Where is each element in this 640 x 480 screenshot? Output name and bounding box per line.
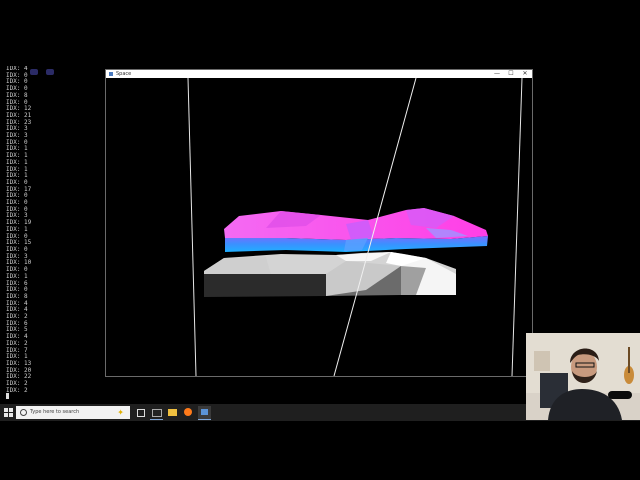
windows-start-button[interactable] xyxy=(4,408,13,417)
webcam-overlay xyxy=(526,333,640,420)
minimize-button[interactable]: — xyxy=(490,70,504,78)
window-app-icon xyxy=(109,72,113,76)
window-title: Space xyxy=(116,71,132,77)
screen: IDX: 4 IDX: 0 IDX: 0 IDX: 0 IDX: 8 IDX: 0 IDX:… xyxy=(0,0,640,480)
task-view-icon[interactable] xyxy=(134,406,147,419)
window-titlebar[interactable]: Space — ☐ ✕ xyxy=(106,70,532,78)
lower-slab-facet xyxy=(204,257,271,275)
lower-terrain-slab xyxy=(204,252,456,297)
firefox-icon[interactable] xyxy=(182,406,195,419)
3d-viewport[interactable] xyxy=(106,78,532,376)
webcam-guitar-neck xyxy=(628,347,630,373)
file-explorer-icon[interactable] xyxy=(166,406,179,419)
lower-slab-side xyxy=(204,274,326,297)
terminal-icon[interactable] xyxy=(150,406,163,420)
console-line: IDX: 2 xyxy=(6,386,28,394)
wireframe-line xyxy=(187,78,197,376)
taskbar-search-box[interactable]: Type here to search ✦ xyxy=(16,406,130,419)
app-window[interactable]: Space — ☐ ✕ xyxy=(105,69,533,377)
console-log: IDX: 4 IDX: 0 IDX: 0 IDX: 0 IDX: 8 IDX: 0 IDX:… xyxy=(6,66,106,400)
close-button[interactable]: ✕ xyxy=(518,70,532,78)
webcam-shelf xyxy=(534,351,550,371)
console-cursor xyxy=(6,393,9,399)
space-app-task-icon[interactable] xyxy=(198,406,211,420)
search-placeholder: Type here to search xyxy=(30,409,80,415)
upper-terrain-slab xyxy=(224,208,488,252)
search-icon xyxy=(20,409,27,416)
maximize-button[interactable]: ☐ xyxy=(504,70,518,78)
wireframe-line xyxy=(511,78,523,376)
webcam-microphone xyxy=(608,391,632,399)
sparkle-icon: ✦ xyxy=(117,408,124,417)
